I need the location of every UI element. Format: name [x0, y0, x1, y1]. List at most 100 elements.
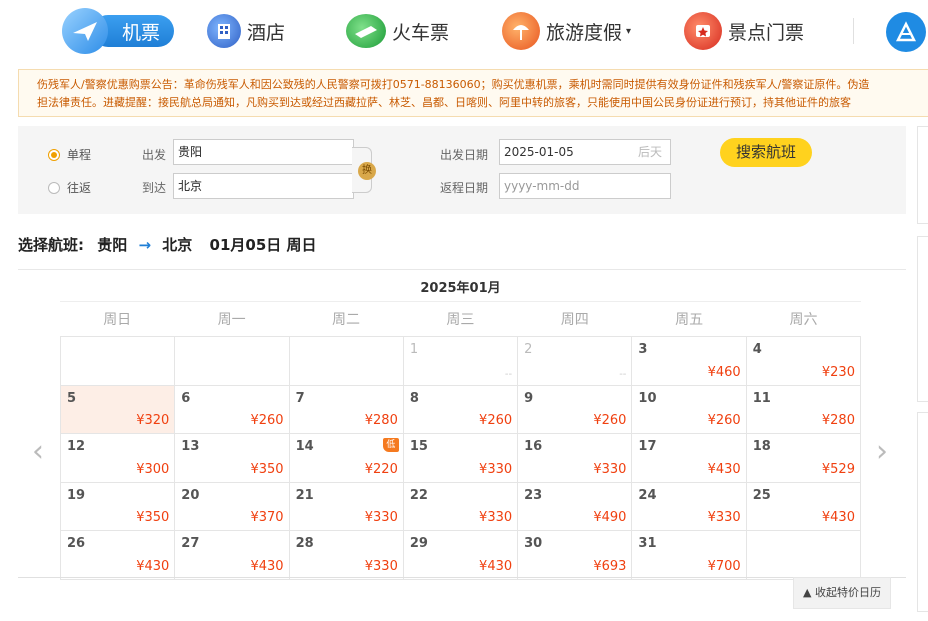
radio-unchecked[interactable]	[48, 181, 60, 194]
calendar-day-cell[interactable]: 11 ¥280	[746, 385, 861, 435]
calendar-day-cell[interactable]: 21 ¥330	[289, 482, 404, 532]
calendar-day-number: 10	[638, 390, 657, 406]
calendar-day-cell[interactable]: 18 ¥529	[746, 434, 861, 483]
calendar-day-cell[interactable]: 29 ¥430	[403, 531, 519, 580]
trip-type-round[interactable]: 往返	[48, 179, 91, 196]
calendar-day-number: 11	[752, 390, 771, 406]
weekday-header: 周日 周一 周二 周三 周四 周五 周六	[60, 301, 861, 336]
brand-icon[interactable]	[886, 12, 926, 52]
trip-type-round-label: 往返	[67, 181, 92, 195]
calendar-day-price: ¥330	[364, 558, 398, 574]
collapse-calendar-button[interactable]: ▲ 收起特价日历	[793, 577, 891, 609]
calendar-day-cell[interactable]: 24 ¥330	[632, 482, 747, 532]
return-date-label: 返程日期	[440, 181, 489, 195]
nav-label-flights: 机票	[122, 21, 161, 44]
return-date-input[interactable]: yyyy-mm-dd	[499, 173, 671, 199]
nav-item-scenic[interactable]: 景点门票	[684, 8, 804, 54]
calendar-next-arrow-icon[interactable]: ›	[876, 434, 888, 469]
calendar-day-price: ¥490	[593, 510, 627, 526]
depart-date-input[interactable]: 2025-01-05 后天	[499, 139, 671, 165]
nav-item-hotel[interactable]: 酒店	[207, 8, 285, 54]
hotel-icon	[207, 14, 241, 48]
weekday-label: 周三	[446, 312, 475, 328]
from-city-input[interactable]: 贵阳	[173, 139, 354, 165]
calendar-day-price: ¥280	[364, 413, 398, 429]
calendar-day-cell[interactable]: 17 ¥430	[632, 434, 747, 483]
calendar-day-price: ¥230	[821, 364, 855, 380]
calendar-day-cell[interactable]: 15 ¥330	[403, 434, 519, 483]
weekday-label: 周五	[675, 312, 704, 328]
calendar-day-cell[interactable]: 26 ¥430	[61, 531, 176, 580]
depart-date-value: 2025-01-05	[504, 145, 574, 159]
calendar-day-number: 25	[752, 487, 771, 503]
calendar-day-cell[interactable]: 20 ¥370	[175, 482, 290, 532]
to-label: 到达	[142, 181, 167, 195]
notice-line-2: 担法律责任。进藏提醒：接民航总局通知，凡购买到达或经过西藏拉萨、林芝、昌都、日喀…	[37, 96, 851, 109]
calendar-empty-cell	[61, 337, 176, 386]
trip-type-one-way-label: 单程	[67, 148, 92, 162]
route-to: 北京	[162, 236, 193, 254]
calendar-day-cell[interactable]: 4 ¥230	[746, 337, 861, 386]
calendar-day-number: 21	[295, 487, 314, 503]
to-city-input[interactable]: 北京	[173, 173, 354, 199]
tour-icon	[502, 12, 540, 50]
weekday-label: 周六	[789, 312, 818, 328]
calendar-day-number: 16	[524, 439, 543, 455]
calendar-day-cell[interactable]: 9 ¥260	[518, 385, 633, 435]
calendar-day-price: ¥330	[479, 461, 513, 477]
trip-type-one-way[interactable]: 单程	[48, 146, 91, 163]
calendar-day-cell[interactable]: 13 ¥350	[175, 434, 290, 483]
calendar-day-number: 22	[409, 487, 428, 503]
nav-item-flights[interactable]: 机票	[62, 8, 174, 54]
calendar-day-cell[interactable]: 10 ¥260	[632, 385, 747, 435]
calendar-day-cell[interactable]: 19 ¥350	[61, 482, 176, 532]
radio-checked[interactable]	[48, 148, 60, 161]
side-panel-3	[917, 412, 928, 612]
calendar-day-price: ¥330	[479, 510, 513, 526]
calendar-day-cell[interactable]: 14 ¥220 低	[289, 434, 404, 483]
calendar-day-number: 20	[181, 487, 200, 503]
calendar-day-cell[interactable]: 27 ¥430	[175, 531, 290, 580]
route-heading-prefix: 选择航班:	[18, 236, 84, 254]
calendar-day-cell[interactable]: 12 ¥300	[61, 434, 176, 483]
calendar-day-cell[interactable]: 22 ¥330	[403, 482, 519, 532]
calendar-day-price: ¥330	[364, 510, 398, 526]
nav-item-train[interactable]: 火车票	[346, 8, 449, 54]
calendar-day-number: 17	[638, 439, 657, 455]
calendar-month-title: 2025年01月	[420, 281, 501, 296]
calendar-day-cell[interactable]: 30 ¥693	[518, 531, 633, 580]
swap-cities-button[interactable]: 换	[358, 162, 376, 180]
calendar-empty-cell	[175, 337, 290, 386]
nav-item-tour[interactable]: 旅游度假 ▾	[502, 8, 631, 54]
nav-label-train: 火车票	[392, 21, 450, 44]
calendar-day-number: 8	[409, 390, 419, 406]
calendar-day-cell[interactable]: 16 ¥330	[518, 434, 633, 483]
search-flights-button[interactable]: 搜索航班	[720, 138, 812, 167]
calendar-day-cell[interactable]: 7 ¥280	[289, 385, 404, 435]
calendar-empty-cell	[746, 531, 861, 580]
calendar-day-number: 18	[752, 439, 771, 455]
weekday-label: 周四	[560, 312, 589, 328]
calendar-day-cell[interactable]: 28 ¥330	[289, 531, 404, 580]
calendar-day-cell[interactable]: 6 ¥260	[175, 385, 290, 435]
calendar-prev-arrow-icon[interactable]: ‹	[32, 434, 44, 469]
calendar-day-number: 19	[67, 487, 86, 503]
train-icon	[346, 14, 386, 48]
calendar-day-price: ¥350	[250, 461, 284, 477]
low-price-badge: 低	[382, 438, 399, 453]
calendar-day-cell[interactable]: 3 ¥460	[632, 337, 747, 386]
calendar-day-cell[interactable]: 25 ¥430	[746, 482, 861, 532]
calendar-bottom-divider	[18, 577, 906, 578]
calendar-day-price: ¥330	[593, 461, 627, 477]
divider	[18, 269, 906, 270]
calendar-day-price: ¥460	[707, 364, 741, 380]
calendar-day-cell[interactable]: 8 ¥260	[403, 385, 519, 435]
calendar-day-price: ¥430	[821, 510, 855, 526]
calendar-day-price: ¥430	[707, 461, 741, 477]
calendar-day-cell[interactable]: 5 ¥320	[61, 385, 176, 435]
calendar-day-cell[interactable]: 31 ¥700	[632, 531, 747, 580]
route-from: 贵阳	[97, 236, 128, 254]
weekday-label: 周二	[331, 312, 360, 328]
calendar-day-price: ¥300	[136, 461, 170, 477]
calendar-day-cell[interactable]: 23 ¥490	[518, 482, 633, 532]
